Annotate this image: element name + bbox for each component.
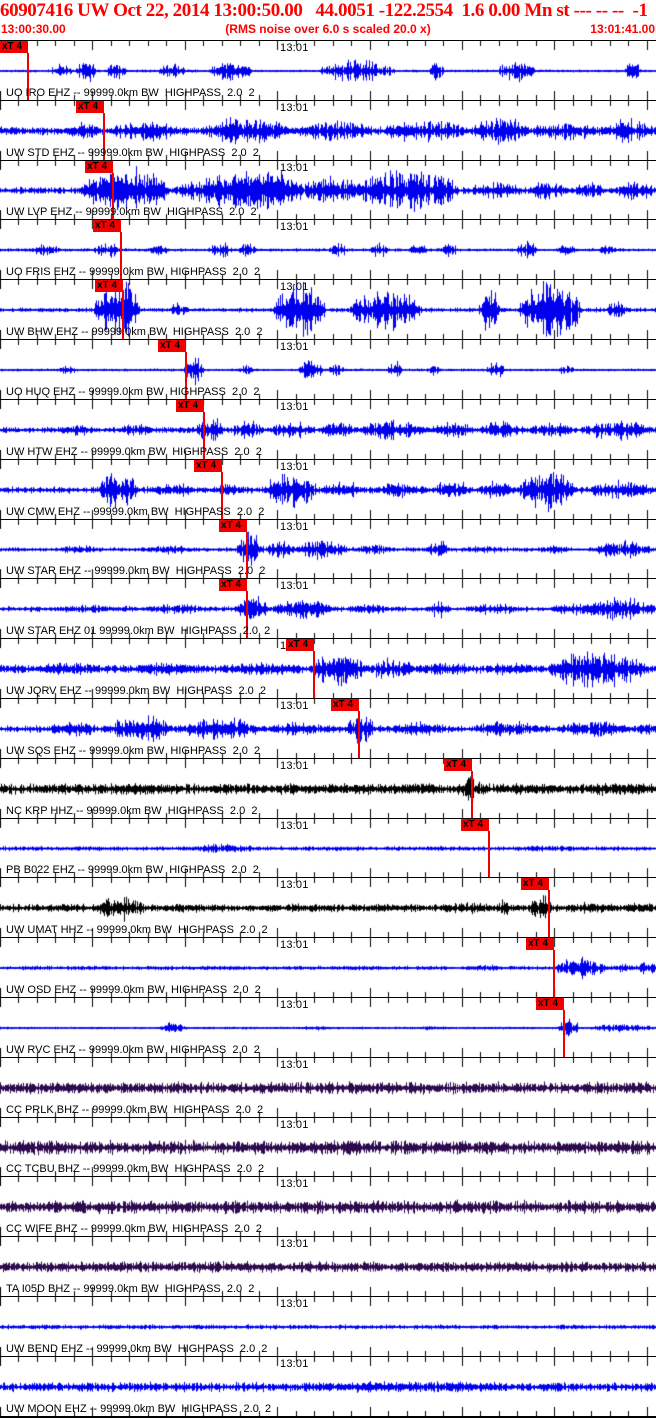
- trace-label: UW BHW EHZ -- 99999.0km BW HIGHPASS 2.0 …: [6, 326, 263, 339]
- pick-flag[interactable]: xT 4: [93, 220, 121, 233]
- trace-label: NC KRP HHZ -- 99999.0km BW HIGHPASS 2.0 …: [6, 804, 258, 817]
- trace-label: CC PRLK BHZ -- 99999.0km BW HIGHPASS 2.0…: [6, 1103, 264, 1116]
- trace-panel[interactable]: 13:01 xT 4 UW STAR EHZ -- 99999.0km BW H…: [0, 518, 656, 579]
- trace-panel[interactable]: 13:01 CC TCBU BHZ -- 99999.0km BW HIGHPA…: [0, 1116, 656, 1177]
- trace-label: UW STD EHZ -- 99999.0km BW HIGHPASS 2.0 …: [6, 146, 259, 159]
- minute-tick-label: 13:01: [280, 819, 309, 832]
- trace-label: UW SQS EHZ -- 99999.0km BW HIGHPASS 2.0 …: [6, 744, 261, 757]
- minute-tick-label: 13:01: [280, 1238, 309, 1251]
- minute-tick-label: 13:01: [280, 1357, 309, 1370]
- pick-line-marker: [553, 950, 555, 997]
- minute-tick-label: 13:01: [280, 42, 309, 54]
- trace-panel[interactable]: 13:01 TA I05D BHZ -- 99999.0km BW HIGHPA…: [0, 1236, 656, 1297]
- pick-flag[interactable]: xT 4: [219, 519, 247, 532]
- trace-panel[interactable]: 13:01 xT 4 UW RVC EHZ -- 99999.0km BW HI…: [0, 997, 656, 1057]
- pick-line-marker: [488, 830, 490, 878]
- pick-flag[interactable]: xT 4: [194, 459, 222, 472]
- trace-panel[interactable]: 13:01 CC WIFE BHZ -- 99999.0km BW HIGHPA…: [0, 1176, 656, 1237]
- trace-label: UW STAR EHZ -- 99999.0km BW HIGHPASS 2.0…: [6, 565, 266, 578]
- minute-tick-label: 13:01: [280, 460, 309, 473]
- minute-tick-label: 13:01: [280, 341, 309, 354]
- pick-line-marker: [563, 1010, 565, 1057]
- trace-label: CC WIFE BHZ -- 99999.0km BW HIGHPASS 2.0…: [6, 1223, 262, 1236]
- pick-flag[interactable]: xT 4: [461, 818, 489, 831]
- pick-flag[interactable]: xT 4: [95, 280, 123, 293]
- pick-line-marker: [548, 890, 550, 938]
- trace-panel[interactable]: 13:01 xT 4 UW JQRV EHZ -- 99999.0km BW H…: [0, 638, 656, 698]
- trace-panel[interactable]: 13:01 xT 4 UW UMAT HHZ -- 99999.0km BW H…: [0, 877, 656, 938]
- trace-panel[interactable]: 13:01 xT 4 UW LVP EHZ -- 99999.0km BW HI…: [0, 159, 656, 220]
- trace-panel[interactable]: 13:01 UW MOON EHZ -- 99999.0km BW HIGHPA…: [0, 1355, 656, 1416]
- minute-tick-label: 13:01: [280, 999, 309, 1011]
- trace-label: UW RVC EHZ -- 99999.0km BW HIGHPASS 2.0 …: [6, 1043, 260, 1056]
- trace-panel[interactable]: 13:01 xT 4 UW STD EHZ -- 99999.0km BW HI…: [0, 99, 656, 160]
- pick-flag[interactable]: xT 4: [286, 639, 314, 652]
- pick-line-marker: [313, 651, 315, 698]
- minute-tick-label: 13:01: [280, 1058, 309, 1071]
- trace-panel[interactable]: 13:01 CC PRLK BHZ -- 99999.0km BW HIGHPA…: [0, 1056, 656, 1117]
- pick-flag[interactable]: xT 4: [536, 998, 564, 1010]
- pick-flag[interactable]: xT 4: [219, 579, 247, 592]
- trace-panel[interactable]: 13:01 xT 4 UW BHW EHZ -- 99999.0km BW HI…: [0, 279, 656, 340]
- minute-tick-label: 13:01: [280, 520, 309, 533]
- minute-tick-label: 13:01: [280, 939, 309, 952]
- minute-tick-label: 13:01: [280, 221, 309, 234]
- pick-line-marker: [471, 770, 473, 818]
- time-window-row: 13:00:30.00 (RMS noise over 6.0 s scaled…: [0, 22, 656, 39]
- trace-label: UW MOON EHZ -- 99999.0km BW HIGHPASS 2.0…: [6, 1402, 272, 1415]
- trace-label: UW STAR EHZ 01 99999.0km BW HIGHPASS 2.0…: [6, 625, 271, 638]
- event-summary-line: 60907416 UW Oct 22, 2014 13:00:50.00 44.…: [0, 0, 648, 21]
- pick-flag[interactable]: xT 4: [85, 160, 113, 173]
- trace-label: UO HUQ EHZ -- 99999.0km BW HIGHPASS 2.0 …: [6, 385, 260, 398]
- scale-note: (RMS noise over 6.0 s scaled 20.0 x): [225, 22, 431, 36]
- trace-label: UO FRIS EHZ -- 99999.0km BW HIGHPASS 2.0…: [6, 266, 261, 279]
- trace-label: CC TCBU BHZ -- 99999.0km BW HIGHPASS 2.0…: [6, 1163, 265, 1176]
- trace-panel[interactable]: 13:01 xT 4 UW HTW EHZ -- 99999.0km BW HI…: [0, 398, 656, 459]
- event-header: 60907416 UW Oct 22, 2014 13:00:50.00 44.…: [0, 0, 656, 40]
- trace-label: TA I05D BHZ -- 99999.0km BW HIGHPASS 2.0…: [6, 1283, 255, 1296]
- trace-panel[interactable]: 13:01 xT 4 PB B022 EHZ -- 99999.0km BW H…: [0, 817, 656, 878]
- trace-label: UW HTW EHZ -- 99999.0km BW HIGHPASS 2.0 …: [6, 445, 262, 458]
- minute-tick-label: 13:01: [280, 699, 309, 712]
- trace-panel[interactable]: 13:01 xT 4 UW STAR EHZ 01 99999.0km BW H…: [0, 578, 656, 639]
- trace-panel[interactable]: 13:01 xT 4 UO HUQ EHZ -- 99999.0km BW HI…: [0, 339, 656, 399]
- minute-tick-label: 13:01: [280, 101, 309, 114]
- minute-tick-label: 13:01: [280, 879, 309, 892]
- seismogram-picker-window: 60907416 UW Oct 22, 2014 13:00:50.00 44.…: [0, 0, 656, 1418]
- pick-flag[interactable]: xT 4: [521, 878, 549, 891]
- trace-panel[interactable]: 13:01 xT 4 UO FRIS EHZ -- 99999.0km BW H…: [0, 219, 656, 280]
- trace-label: UW BEND EHZ -- 99999.0km BW HIGHPASS 2.0…: [6, 1342, 268, 1355]
- minute-tick-label: 13:01: [280, 1298, 309, 1311]
- minute-tick-label: 13:01: [280, 1118, 309, 1131]
- minute-tick-label: 13:01: [280, 281, 309, 294]
- pick-flag[interactable]: xT 4: [176, 399, 204, 412]
- pick-flag[interactable]: xT 4: [526, 938, 554, 951]
- pick-flag[interactable]: xT 4: [158, 340, 186, 353]
- trace-panel[interactable]: 13:01 xT 4 NC KRP HHZ -- 99999.0km BW HI…: [0, 757, 656, 818]
- trace-panel[interactable]: 13:01 xT 4 UW SQS EHZ -- 99999.0km BW HI…: [0, 697, 656, 758]
- pick-line-marker: [358, 710, 360, 758]
- trace-label: UW CMW EHZ -- 99999.0km BW HIGHPASS 2.0 …: [6, 505, 265, 518]
- trace-list: 13:01 xT 4 UO IRO EHZ -- 99999.0km BW HI…: [0, 40, 656, 1418]
- trace-label: UO IRO EHZ -- 99999.0km BW HIGHPASS 2.0 …: [6, 86, 255, 99]
- trace-panel[interactable]: 13:01 xT 4 UO IRO EHZ -- 99999.0km BW HI…: [0, 40, 656, 100]
- trace-panel[interactable]: 13:01 xT 4 UW OSD EHZ -- 99999.0km BW HI…: [0, 937, 656, 997]
- pick-flag[interactable]: xT 4: [331, 698, 359, 711]
- window-end-time: 13:01:41.00: [590, 22, 655, 36]
- trace-label: PB B022 EHZ -- 99999.0km BW HIGHPASS 2.0…: [6, 864, 259, 877]
- pick-flag[interactable]: xT 4: [76, 100, 104, 113]
- pick-flag[interactable]: xT 4: [444, 758, 472, 771]
- trace-label: UW UMAT HHZ -- 99999.0km BW HIGHPASS 2.0…: [6, 924, 268, 937]
- minute-tick-label: 13:01: [280, 759, 309, 772]
- trace-panel[interactable]: 13:01 UW BEND EHZ -- 99999.0km BW HIGHPA…: [0, 1296, 656, 1356]
- minute-tick-label: 13:01: [280, 1178, 309, 1191]
- minute-tick-label: 13:01: [280, 400, 309, 413]
- pick-flag[interactable]: xT 4: [0, 41, 28, 53]
- trace-label: UW OSD EHZ -- 99999.0km BW HIGHPASS 2.0 …: [6, 984, 261, 996]
- minute-tick-label: 13:01: [280, 161, 309, 174]
- trace-panel[interactable]: 13:01 xT 4 UW CMW EHZ -- 99999.0km BW HI…: [0, 458, 656, 519]
- trace-label: UW LVP EHZ -- 99999.0km BW HIGHPASS 2.0 …: [6, 206, 257, 219]
- trace-label: UW JQRV EHZ -- 99999.0km BW HIGHPASS 2.0…: [6, 684, 266, 697]
- minute-tick-label: 13:01: [280, 580, 309, 593]
